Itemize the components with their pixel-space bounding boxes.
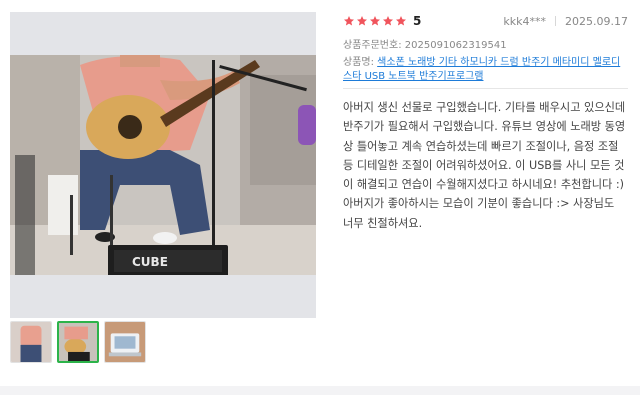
review-body-text: 아버지 생신 선물로 구입했습니다. 기타를 배우시고 있으신데 반주기가 필요… [343,101,626,230]
order-number-row: 상품주문번호: 2025091062319541 [343,39,628,53]
order-number-value: 2025091062319541 [404,40,507,51]
star-rating [343,15,407,27]
review-date: 2025.09.17 [565,14,628,28]
star-icon [370,16,380,26]
product-name-row: 상품명: 색소폰 노래방 기타 하모니카 드럼 반주기 메타미디 멜로디스타 U… [343,56,628,84]
section-bottom-band [0,386,640,395]
thumb-1[interactable] [10,321,52,363]
review-card: CUBE 5 kkk4*** 2025.09.17 상품주문번호: 202509… [0,0,640,385]
reviewer-id: kkk4*** [503,14,547,28]
product-name-link[interactable]: 색소폰 노래방 기타 하모니카 드럼 반주기 메타미디 멜로디스타 USB 노트… [343,57,620,82]
product-name-label: 상품명: [343,57,374,68]
info-divider [343,88,628,89]
amp-brand-label: CUBE [132,255,168,269]
thumb-3[interactable] [104,321,146,363]
review-info: 5 kkk4*** 2025.09.17 상품주문번호: 20250910623… [343,12,628,84]
star-icon [396,16,406,26]
review-main-photo[interactable]: CUBE [10,12,316,318]
review-meta: kkk4*** 2025.09.17 [503,15,628,28]
guitar-player-photo: CUBE [10,55,316,275]
meta-divider [555,16,557,26]
order-number-label: 상품주문번호: [343,40,402,51]
rating-value: 5 [413,14,422,28]
star-icon [383,16,393,26]
rating-row: 5 kkk4*** 2025.09.17 [343,12,628,30]
star-icon [357,16,367,26]
photo-thumbnails [10,321,146,363]
star-icon [344,16,354,26]
thumb-2[interactable] [57,321,99,363]
